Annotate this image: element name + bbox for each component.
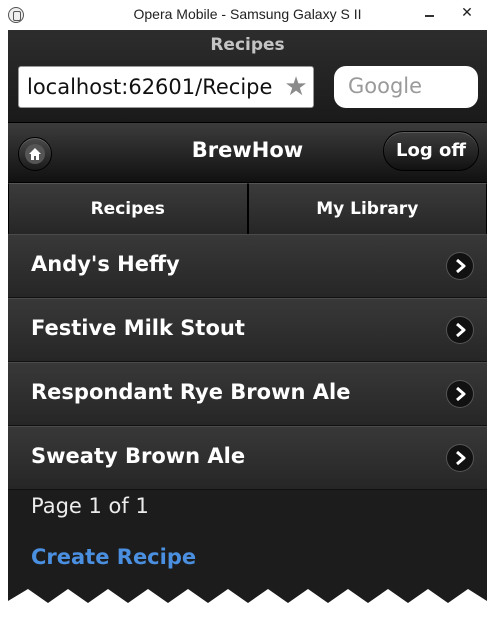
log-off-button[interactable]: Log off xyxy=(383,131,479,171)
chevron-right-icon xyxy=(447,381,473,407)
nav-item-recipes[interactable]: Recipes xyxy=(8,183,248,235)
recipe-list: Andy's Heffy Festive Milk Stout Responda… xyxy=(8,234,487,490)
search-placeholder: Google xyxy=(348,74,423,98)
star-icon[interactable]: ★ xyxy=(279,67,313,107)
minimize-button[interactable] xyxy=(416,3,443,23)
list-item[interactable]: Respondant Rye Brown Ale xyxy=(8,362,487,426)
chevron-right-icon xyxy=(447,317,473,343)
close-button[interactable]: ✕ xyxy=(447,3,487,23)
device-screen: Recipes localhost:62601/Recipe ★ Google … xyxy=(8,30,487,619)
nav-item-my-library[interactable]: My Library xyxy=(247,183,487,235)
recipe-name: Andy's Heffy xyxy=(31,252,180,276)
torn-edge-decoration xyxy=(0,589,495,619)
recipe-name: Festive Milk Stout xyxy=(31,316,245,340)
window-title-bar: Opera Mobile - Samsung Galaxy S II ✕ xyxy=(0,0,495,30)
navbar: Recipes My Library xyxy=(8,182,487,235)
address-bar-url: localhost:62601/Recipe xyxy=(27,75,273,99)
browser-page-title: Recipes xyxy=(210,35,285,55)
search-input[interactable]: Google xyxy=(334,66,478,108)
app-header: BrewHow Log off xyxy=(8,122,487,182)
pagination-text: Page 1 of 1 xyxy=(31,494,149,518)
recipe-name: Respondant Rye Brown Ale xyxy=(31,380,351,404)
recipe-name: Sweaty Brown Ale xyxy=(31,444,246,468)
list-item[interactable]: Festive Milk Stout xyxy=(8,298,487,362)
chevron-right-icon xyxy=(447,253,473,279)
browser-toolbar: Recipes localhost:62601/Recipe ★ Google xyxy=(8,30,487,122)
list-item[interactable]: Andy's Heffy xyxy=(8,234,487,298)
list-item[interactable]: Sweaty Brown Ale xyxy=(8,426,487,490)
chevron-right-icon xyxy=(447,445,473,471)
address-bar[interactable]: localhost:62601/Recipe ★ xyxy=(18,66,314,108)
create-recipe-link[interactable]: Create Recipe xyxy=(31,545,196,569)
